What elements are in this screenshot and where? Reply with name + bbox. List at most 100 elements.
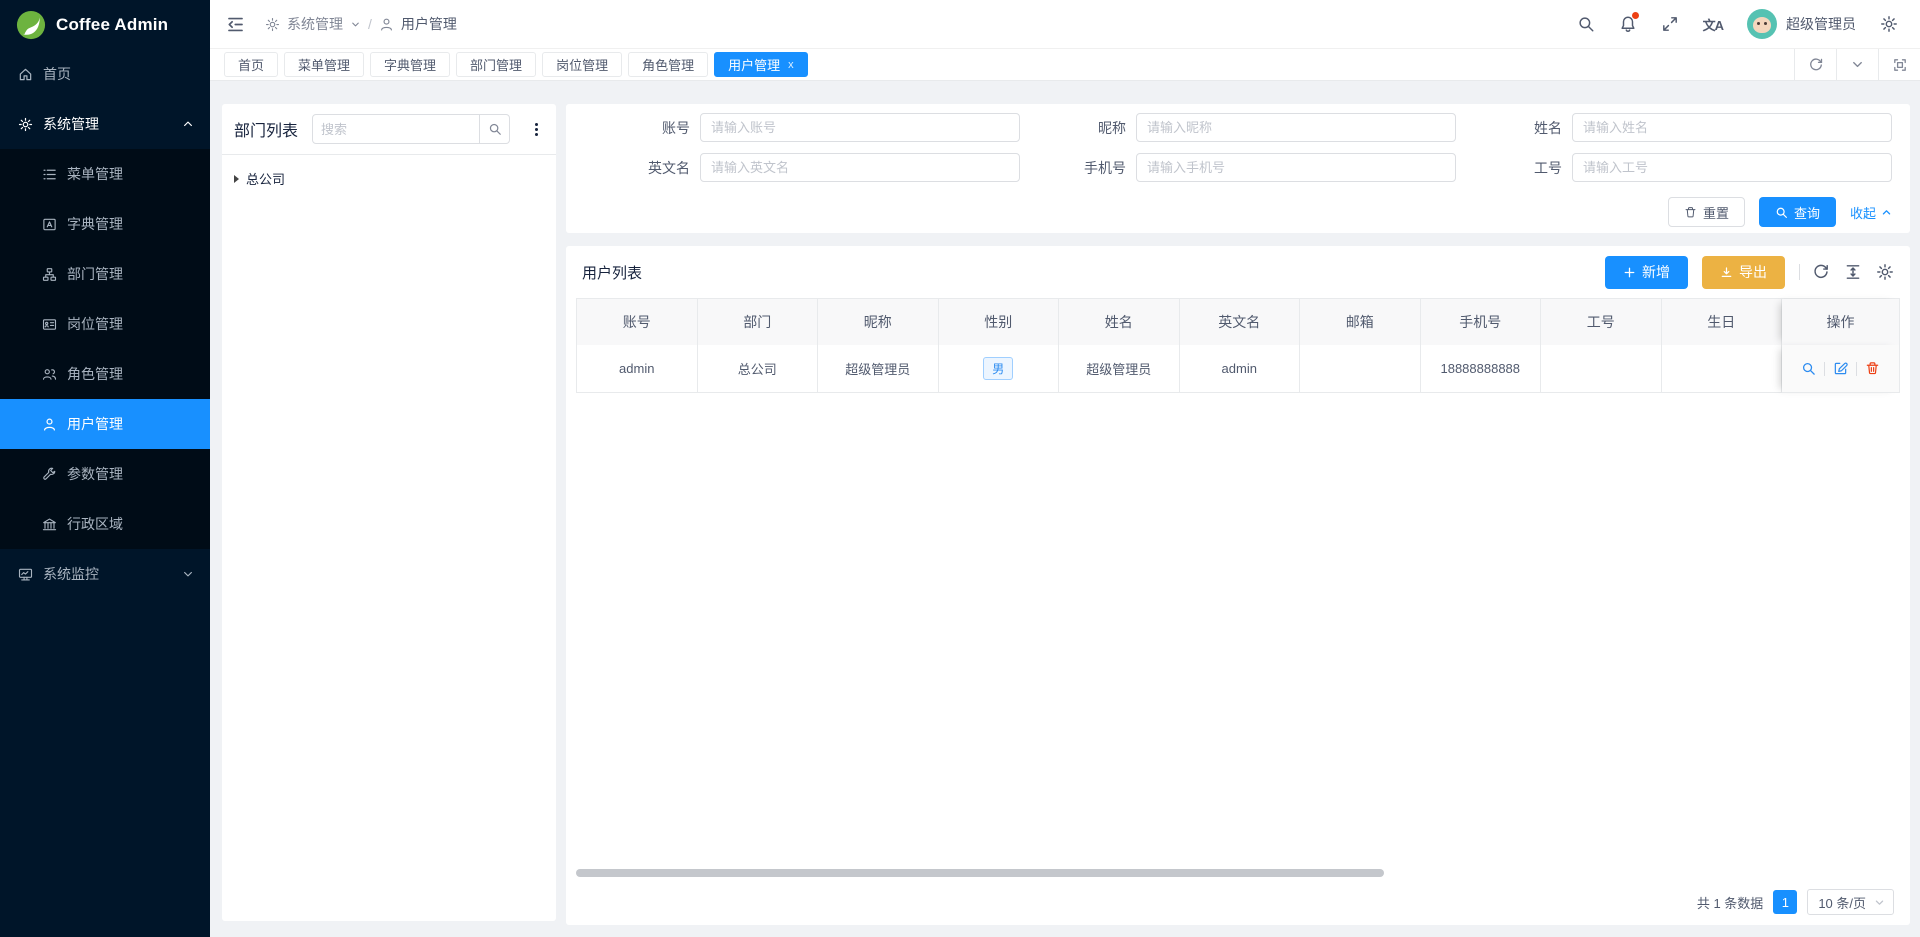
tab-controls — [1794, 49, 1920, 80]
logo[interactable]: Coffee Admin — [0, 0, 210, 49]
tabs-maximize-button[interactable] — [1878, 49, 1920, 80]
sidebar-item-role-mgmt[interactable]: 角色管理 — [0, 349, 210, 399]
column-header: 生日 — [1662, 299, 1783, 345]
table-toolbar: 新增 导出 — [1605, 256, 1894, 289]
tabs-menu-button[interactable] — [1836, 49, 1878, 80]
column-header: 手机号 — [1421, 299, 1542, 345]
export-button[interactable]: 导出 — [1702, 256, 1785, 289]
english-name-input[interactable] — [700, 153, 1020, 182]
sidebar-submenu-system: 菜单管理 字典管理 部门管理 岗位管理 角色管理 — [0, 149, 210, 549]
chevron-down-icon — [350, 19, 361, 30]
field-label: 英文名 — [584, 158, 700, 178]
query-button[interactable]: 查询 — [1759, 197, 1836, 227]
column-settings-button[interactable] — [1876, 263, 1894, 281]
user-menu[interactable]: 超级管理员 — [1747, 9, 1856, 39]
translate-icon[interactable]: 文A — [1703, 15, 1723, 34]
tab-post-mgmt[interactable]: 岗位管理 — [542, 52, 622, 77]
region-icon — [42, 517, 57, 532]
tab-home[interactable]: 首页 — [224, 52, 278, 77]
row-height-button[interactable] — [1844, 263, 1862, 281]
department-more-button[interactable] — [529, 119, 544, 140]
page-size-select[interactable]: 10 条/页 — [1807, 889, 1894, 915]
cell-department: 总公司 — [698, 345, 819, 393]
user-table-card: 用户列表 新增 导出 — [566, 246, 1910, 925]
reset-button[interactable]: 重置 — [1668, 197, 1745, 227]
content-area: 部门列表 总公司 — [210, 81, 1920, 937]
row-height-icon — [1844, 263, 1862, 281]
avatar — [1747, 9, 1777, 39]
sidebar-item-dict-mgmt[interactable]: 字典管理 — [0, 199, 210, 249]
table-row: admin 总公司 超级管理员 男 超级管理员 admin 1888888888… — [576, 345, 1900, 393]
delete-button[interactable] — [1857, 361, 1888, 376]
column-header-operations: 操作 — [1782, 299, 1900, 345]
tab-dept-mgmt[interactable]: 部门管理 — [456, 52, 536, 77]
plus-icon — [1623, 266, 1636, 279]
view-button[interactable] — [1793, 361, 1824, 376]
toolbar-divider — [1799, 264, 1800, 280]
sidebar-item-dept-mgmt[interactable]: 部门管理 — [0, 249, 210, 299]
maximize-icon — [1892, 57, 1908, 73]
department-search-button[interactable] — [480, 114, 510, 144]
edit-button[interactable] — [1825, 361, 1856, 376]
dictionary-icon — [42, 217, 57, 232]
sidebar-item-param-mgmt[interactable]: 参数管理 — [0, 449, 210, 499]
add-label: 新增 — [1642, 262, 1670, 282]
sidebar-collapse-button[interactable] — [226, 15, 245, 34]
tree-node-head-office[interactable]: 总公司 — [234, 167, 544, 190]
sidebar-item-label: 系统监控 — [43, 564, 99, 584]
field-label: 昵称 — [1020, 118, 1136, 138]
job-number-input[interactable] — [1572, 153, 1892, 182]
user-name: 超级管理员 — [1786, 14, 1856, 34]
tabs-refresh-button[interactable] — [1794, 49, 1836, 80]
fullscreen-button[interactable] — [1661, 15, 1679, 33]
name-input[interactable] — [1572, 113, 1892, 142]
collapse-form-link[interactable]: 收起 — [1850, 203, 1892, 222]
tab-user-mgmt[interactable]: 用户管理 x — [714, 52, 808, 77]
settings-button[interactable] — [1880, 15, 1898, 33]
account-input[interactable] — [700, 113, 1020, 142]
add-button[interactable]: 新增 — [1605, 256, 1688, 289]
sidebar-item-menu-mgmt[interactable]: 菜单管理 — [0, 149, 210, 199]
sidebar-item-home[interactable]: 首页 — [0, 49, 210, 99]
department-search-input[interactable] — [312, 114, 480, 144]
page-1-button[interactable]: 1 — [1773, 890, 1797, 914]
search-icon — [1775, 206, 1788, 219]
cell-gender: 男 — [939, 345, 1060, 393]
search-form: 账号 昵称 姓名 英文名 — [584, 113, 1892, 182]
tab-role-mgmt[interactable]: 角色管理 — [628, 52, 708, 77]
table-header-row: 账号 部门 昵称 性别 姓名 英文名 邮箱 手机号 工号 生日 操作 — [576, 298, 1900, 345]
nickname-input[interactable] — [1136, 113, 1456, 142]
column-header: 昵称 — [818, 299, 939, 345]
collapse-icon — [226, 15, 245, 34]
department-tree: 总公司 — [222, 155, 556, 202]
sidebar-item-region-mgmt[interactable]: 行政区域 — [0, 499, 210, 549]
tree-expand-icon[interactable] — [234, 175, 239, 183]
export-label: 导出 — [1739, 262, 1767, 282]
monitor-icon — [18, 567, 33, 582]
phone-input[interactable] — [1136, 153, 1456, 182]
logo-leaf-icon — [16, 10, 46, 40]
tab-dict-mgmt[interactable]: 字典管理 — [370, 52, 450, 77]
field-label: 姓名 — [1456, 118, 1572, 138]
top-header: 系统管理 / 用户管理 文A 超级管理员 — [210, 0, 1920, 49]
notification-button[interactable] — [1619, 15, 1637, 33]
breadcrumb-level2: 用户管理 — [401, 14, 457, 34]
field-job-number: 工号 — [1456, 153, 1892, 182]
header-search-button[interactable] — [1577, 15, 1595, 33]
user-icon — [379, 17, 394, 32]
tab-menu-mgmt[interactable]: 菜单管理 — [284, 52, 364, 77]
sidebar-item-label: 用户管理 — [67, 414, 123, 434]
tab-close-icon[interactable]: x — [788, 59, 794, 71]
breadcrumb-level1[interactable]: 系统管理 — [287, 14, 343, 34]
column-header: 部门 — [698, 299, 819, 345]
sidebar-item-monitor[interactable]: 系统监控 — [0, 549, 210, 599]
table-refresh-button[interactable] — [1812, 263, 1830, 281]
sidebar-item-post-mgmt[interactable]: 岗位管理 — [0, 299, 210, 349]
sidebar-item-user-mgmt[interactable]: 用户管理 — [0, 399, 210, 449]
cell-operations — [1782, 345, 1900, 393]
sidebar-item-system[interactable]: 系统管理 — [0, 99, 210, 149]
horizontal-scrollbar[interactable] — [576, 869, 1384, 877]
sidebar-item-label: 字典管理 — [67, 214, 123, 234]
form-actions: 重置 查询 收起 — [584, 197, 1892, 227]
column-header: 英文名 — [1180, 299, 1301, 345]
